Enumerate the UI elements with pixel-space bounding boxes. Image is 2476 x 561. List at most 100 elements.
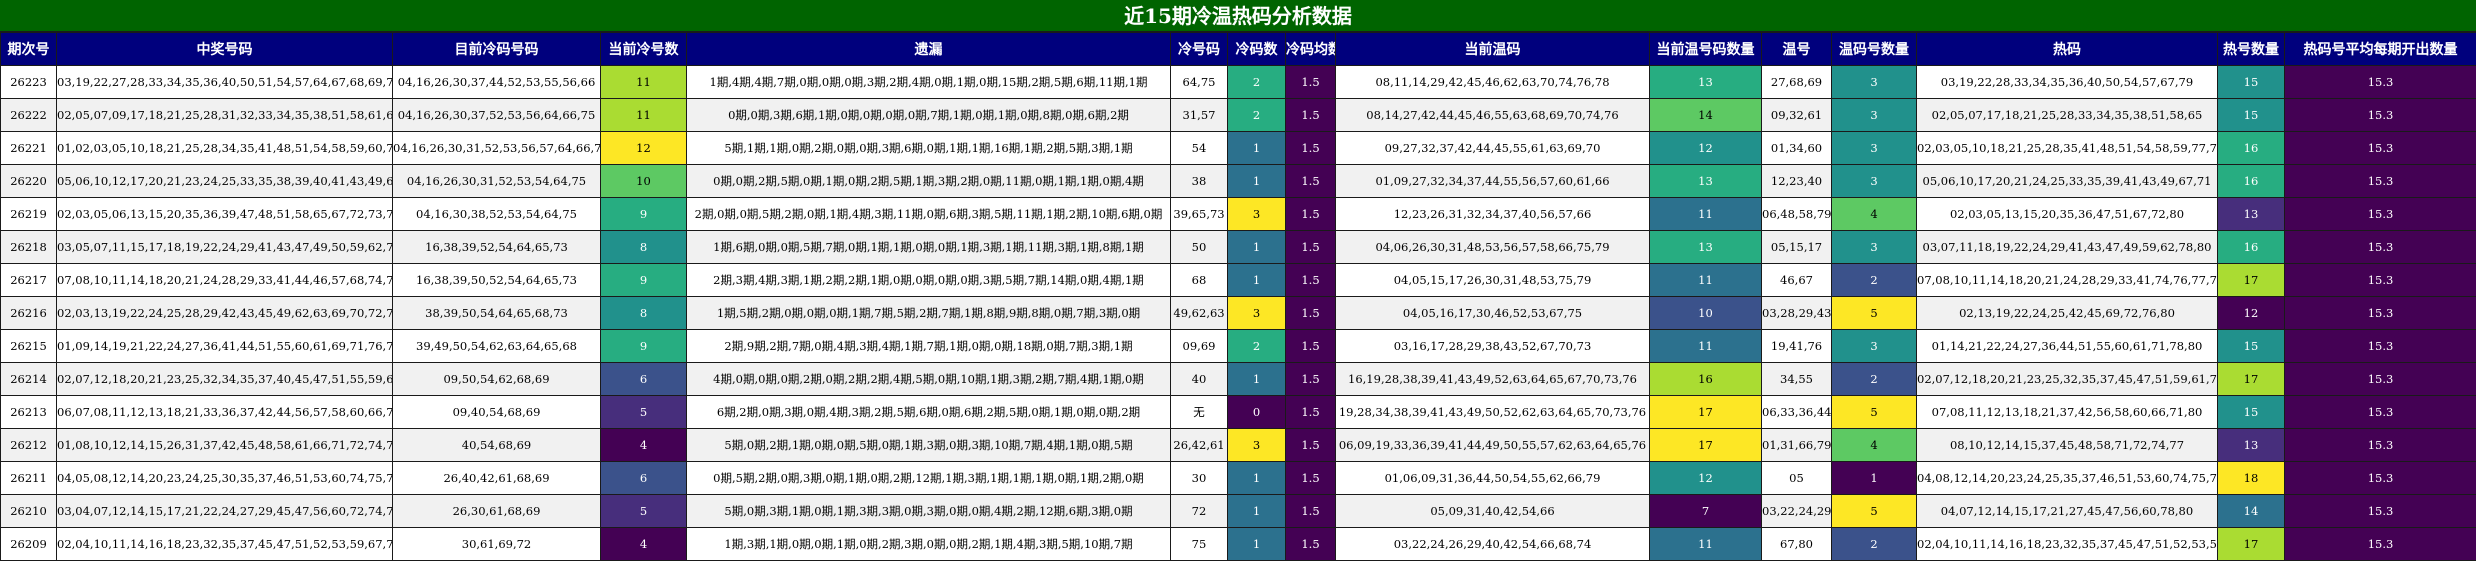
cell-omission: 0期,0期,3期,6期,1期,0期,0期,0期,0期,7期,1期,0期,1期,0… [687, 99, 1171, 132]
cell-hot-avg: 15.3 [2285, 462, 2476, 495]
cell-winning-numbers: 05,06,10,12,17,20,21,23,24,25,33,35,38,3… [57, 165, 393, 198]
cell-cold-count: 10 [601, 165, 687, 198]
cell-cold-count: 9 [601, 264, 687, 297]
cell-warm-numbers: 16,19,28,38,39,41,43,49,52,63,64,65,67,7… [1336, 363, 1650, 396]
cell-hot-numbers: 04,08,12,14,20,23,24,25,35,37,46,51,53,6… [1917, 462, 2218, 495]
cell-hot-avg: 15.3 [2285, 264, 2476, 297]
table-row: 2621803,05,07,11,15,17,18,19,22,24,29,41… [1, 231, 2476, 264]
cell-warm-numbers: 08,11,14,29,42,45,46,62,63,70,74,76,78 [1336, 66, 1650, 99]
cell-omission: 1期,5期,2期,0期,0期,0期,1期,7期,5期,2期,7期,1期,8期,9… [687, 297, 1171, 330]
table-row: 2621501,09,14,19,21,22,24,27,36,41,44,51… [1, 330, 2476, 363]
table-row: 2621306,07,08,11,12,13,18,21,33,36,37,42… [1, 396, 2476, 429]
cell-warm-numbers: 08,14,27,42,44,45,46,55,63,68,69,70,74,7… [1336, 99, 1650, 132]
header-cold-count: 当前冷号数 [601, 33, 687, 66]
cell-warm-hit: 27,68,69 [1762, 66, 1832, 99]
table-row: 2621902,03,05,06,13,15,20,35,36,39,47,48… [1, 198, 2476, 231]
cell-hot-avg: 15.3 [2285, 165, 2476, 198]
cell-hot-numbers: 02,13,19,22,24,25,42,45,69,72,76,80 [1917, 297, 2218, 330]
cell-warm-count: 13 [1650, 231, 1762, 264]
header-cold-avg: 冷码均数 [1286, 33, 1336, 66]
cell-cold-numbers: 04,16,26,30,31,52,53,54,64,75 [393, 165, 601, 198]
cell-period: 26218 [1, 231, 57, 264]
table-row: 2621003,04,07,12,14,15,17,21,22,24,27,29… [1, 495, 2476, 528]
header-period: 期次号 [1, 33, 57, 66]
cell-cold-hit-count: 1 [1228, 462, 1286, 495]
cell-warm-hit-count: 4 [1832, 198, 1917, 231]
cell-cold-avg: 1.5 [1286, 165, 1336, 198]
cell-cold-avg: 1.5 [1286, 528, 1336, 561]
cell-cold-avg: 1.5 [1286, 198, 1336, 231]
cell-cold-count: 11 [601, 66, 687, 99]
cell-warm-hit-count: 5 [1832, 396, 1917, 429]
cell-winning-numbers: 02,05,07,09,17,18,21,25,28,31,32,33,34,3… [57, 99, 393, 132]
cell-winning-numbers: 06,07,08,11,12,13,18,21,33,36,37,42,44,5… [57, 396, 393, 429]
cell-winning-numbers: 02,03,05,06,13,15,20,35,36,39,47,48,51,5… [57, 198, 393, 231]
cell-warm-count: 13 [1650, 66, 1762, 99]
cell-warm-hit: 06,33,36,44,57 [1762, 396, 1832, 429]
cell-cold-hit-count: 2 [1228, 99, 1286, 132]
table-row: 2622005,06,10,12,17,20,21,23,24,25,33,35… [1, 165, 2476, 198]
cell-warm-count: 11 [1650, 264, 1762, 297]
cell-cold-hit-count: 1 [1228, 231, 1286, 264]
cell-warm-hit-count: 3 [1832, 330, 1917, 363]
cell-period: 26217 [1, 264, 57, 297]
cell-hot-avg: 15.3 [2285, 429, 2476, 462]
cell-hot-avg: 15.3 [2285, 363, 2476, 396]
cell-cold-numbers: 30,61,69,72 [393, 528, 601, 561]
cell-warm-hit-count: 4 [1832, 429, 1917, 462]
cell-period: 26221 [1, 132, 57, 165]
cell-warm-hit: 46,67 [1762, 264, 1832, 297]
cell-cold-avg: 1.5 [1286, 363, 1336, 396]
cell-hot-numbers: 08,10,12,14,15,37,45,48,58,71,72,74,77 [1917, 429, 2218, 462]
header-cold-hit-count: 冷码数 [1228, 33, 1286, 66]
table-row: 2620902,04,10,11,14,16,18,23,32,35,37,45… [1, 528, 2476, 561]
cell-cold-numbers: 38,39,50,54,64,65,68,73 [393, 297, 601, 330]
cell-hot-numbers: 02,03,05,13,15,20,35,36,47,51,67,72,80 [1917, 198, 2218, 231]
table-row: 2621402,07,12,18,20,21,23,25,32,34,35,37… [1, 363, 2476, 396]
table-row: 2622101,02,03,05,10,18,21,25,28,34,35,41… [1, 132, 2476, 165]
cell-period: 26211 [1, 462, 57, 495]
cell-warm-count: 13 [1650, 165, 1762, 198]
cell-cold-hit: 31,57 [1171, 99, 1228, 132]
cell-omission: 1期,6期,0期,0期,5期,7期,0期,1期,1期,0期,0期,1期,3期,1… [687, 231, 1171, 264]
cell-warm-numbers: 04,06,26,30,31,48,53,56,57,58,66,75,79 [1336, 231, 1650, 264]
header-warm-hit-count: 温码号数量 [1832, 33, 1917, 66]
cell-cold-hit: 75 [1171, 528, 1228, 561]
header-cold-hit: 冷号码 [1171, 33, 1228, 66]
cell-omission: 6期,2期,0期,3期,0期,4期,3期,2期,5期,6期,0期,6期,2期,5… [687, 396, 1171, 429]
cell-omission: 0期,5期,2期,0期,3期,0期,1期,0期,2期,12期,1期,3期,1期,… [687, 462, 1171, 495]
cell-omission: 2期,0期,0期,5期,2期,0期,1期,4期,3期,11期,0期,6期,3期,… [687, 198, 1171, 231]
page-title: 近15期冷温热码分析数据 [0, 0, 2476, 32]
cell-warm-hit-count: 5 [1832, 297, 1917, 330]
cell-cold-numbers: 04,16,26,30,31,52,53,56,57,64,66,75 [393, 132, 601, 165]
cell-omission: 5期,0期,2期,1期,0期,0期,5期,0期,1期,3期,0期,3期,10期,… [687, 429, 1171, 462]
cell-cold-numbers: 04,16,26,30,37,44,52,53,55,56,66 [393, 66, 601, 99]
cell-cold-avg: 1.5 [1286, 495, 1336, 528]
table-row: 2622202,05,07,09,17,18,21,25,28,31,32,33… [1, 99, 2476, 132]
cell-omission: 1期,3期,1期,0期,0期,1期,0期,2期,3期,0期,0期,2期,1期,4… [687, 528, 1171, 561]
header-hot-count: 热号数量 [2218, 33, 2285, 66]
cell-cold-hit: 64,75 [1171, 66, 1228, 99]
cell-cold-numbers: 09,40,54,68,69 [393, 396, 601, 429]
cell-period: 26216 [1, 297, 57, 330]
cell-hot-avg: 15.3 [2285, 66, 2476, 99]
cell-cold-count: 4 [601, 429, 687, 462]
cell-period: 26219 [1, 198, 57, 231]
cell-warm-hit-count: 3 [1832, 66, 1917, 99]
cell-warm-hit: 01,31,66,79 [1762, 429, 1832, 462]
cell-cold-hit: 无 [1171, 396, 1228, 429]
cell-period: 26222 [1, 99, 57, 132]
cell-cold-count: 6 [601, 462, 687, 495]
cell-warm-numbers: 04,05,16,17,30,46,52,53,67,75 [1336, 297, 1650, 330]
cell-cold-hit-count: 1 [1228, 528, 1286, 561]
header-warm-count: 当前温号码数量 [1650, 33, 1762, 66]
cell-cold-hit-count: 1 [1228, 132, 1286, 165]
cell-hot-count: 15 [2218, 66, 2285, 99]
cell-period: 26209 [1, 528, 57, 561]
cell-warm-hit: 12,23,40 [1762, 165, 1832, 198]
cell-warm-hit-count: 3 [1832, 165, 1917, 198]
cell-winning-numbers: 02,07,12,18,20,21,23,25,32,34,35,37,40,4… [57, 363, 393, 396]
header-cold-numbers: 目前冷码号码 [393, 33, 601, 66]
cell-hot-count: 13 [2218, 198, 2285, 231]
cell-cold-numbers: 16,38,39,50,52,54,64,65,73 [393, 264, 601, 297]
